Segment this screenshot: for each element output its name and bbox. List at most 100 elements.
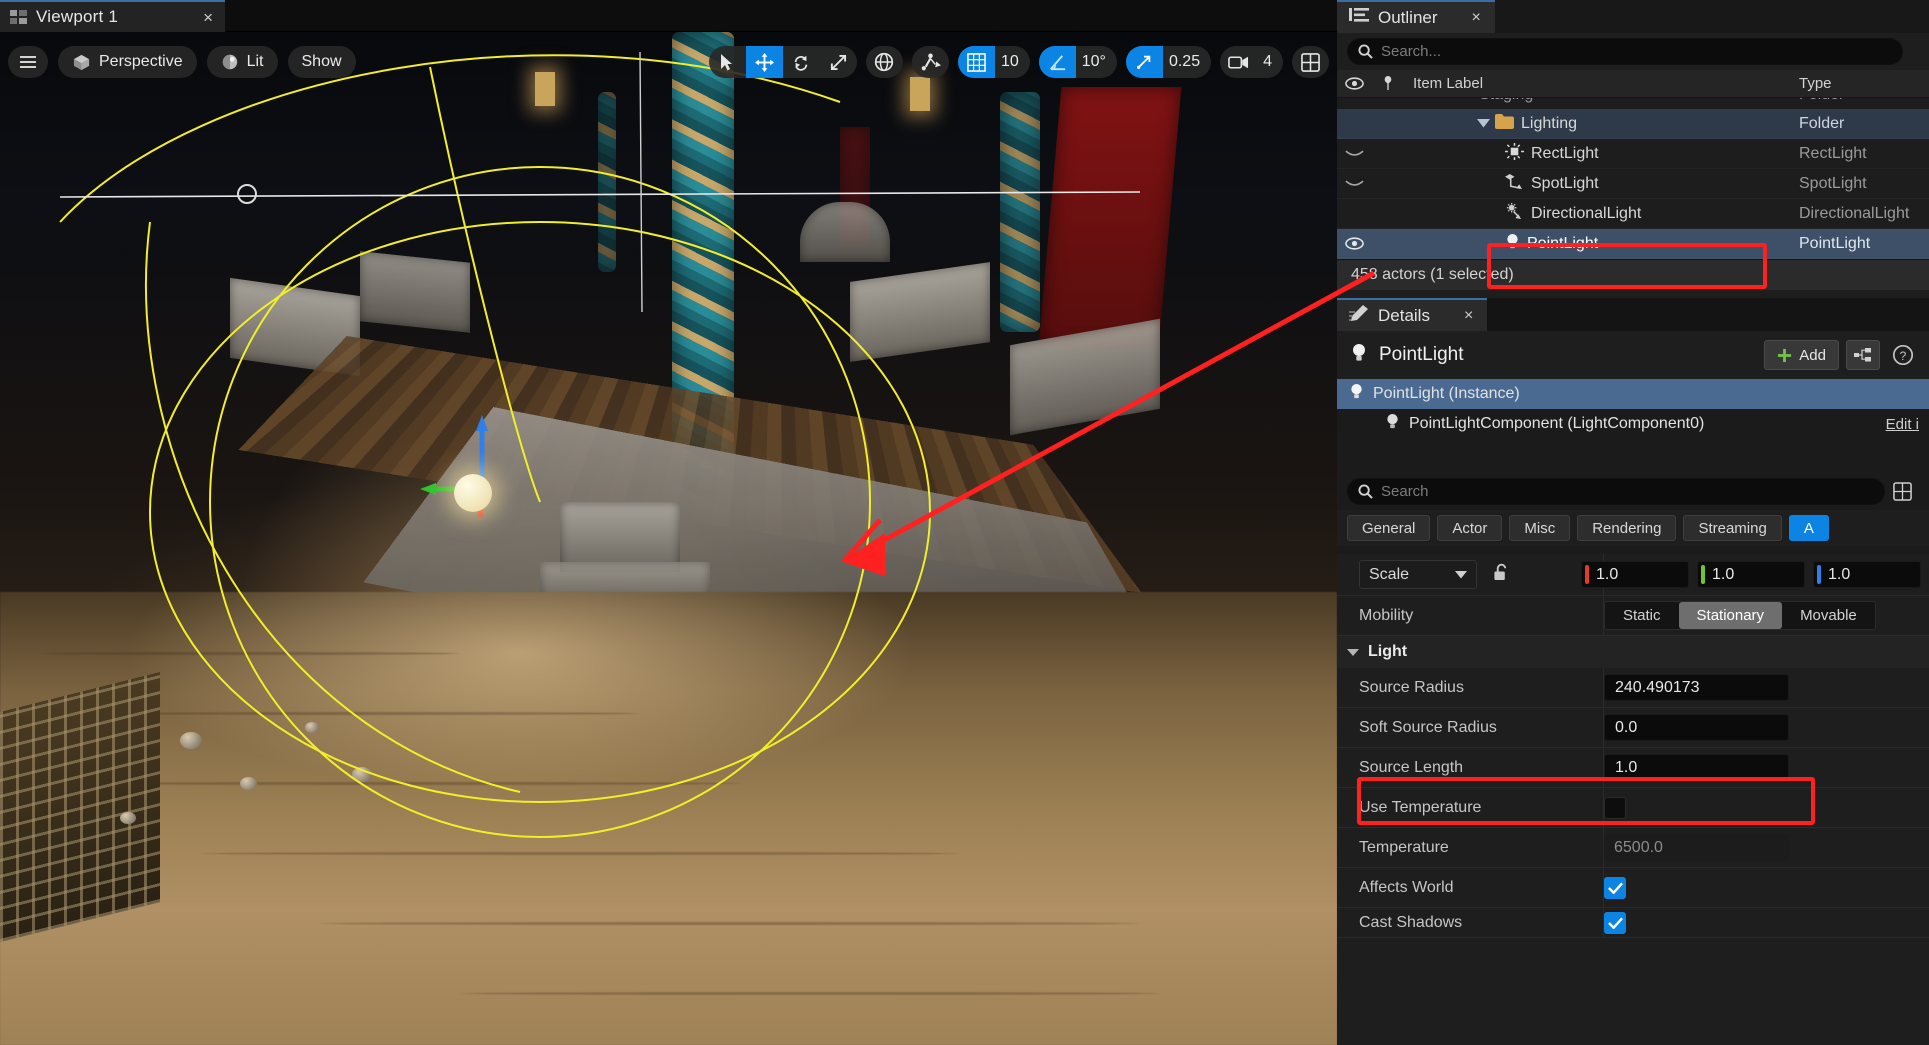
rotate-gizmo-icon[interactable] <box>783 46 820 78</box>
camera-speed-icon[interactable] <box>1220 46 1257 78</box>
scale-z-field[interactable]: 1.0 <box>1813 561 1921 588</box>
camera-speed-group: 4 <box>1220 46 1283 78</box>
outliner-search-placeholder: Search... <box>1381 43 1442 60</box>
view-mode-lit-button[interactable]: Lit <box>206 46 278 78</box>
mobility-stationary-option[interactable]: Stationary <box>1678 602 1783 629</box>
source-radius-label: Source Radius <box>1359 678 1464 696</box>
unlocked-padlock-icon[interactable] <box>1493 563 1510 587</box>
scale-gizmo-icon[interactable] <box>820 46 857 78</box>
scene-lantern-left <box>535 72 555 106</box>
add-component-button[interactable]: Add <box>1764 340 1839 370</box>
outliner-row-pointlight[interactable]: PointLight PointLight <box>1337 229 1929 259</box>
details-tab-close-icon[interactable]: × <box>1464 307 1473 325</box>
transform-mode-dropdown[interactable]: Scale <box>1359 560 1477 589</box>
scale-snap-value[interactable]: 0.25 <box>1163 46 1211 78</box>
outliner-tab[interactable]: Outliner × <box>1337 0 1495 33</box>
transform-gizmo[interactable] <box>420 415 550 562</box>
source-length-label: Source Length <box>1359 758 1464 776</box>
details-settings-icon[interactable] <box>1885 482 1919 501</box>
component-row-instance[interactable]: PointLight (Instance) <box>1337 379 1929 409</box>
outliner-row-label: DirectionalLight <box>1531 204 1642 222</box>
mobility-movable-option[interactable]: Movable <box>1782 602 1875 629</box>
outliner-search-input[interactable]: Search... <box>1347 38 1903 65</box>
viewport-tab-close-icon[interactable]: × <box>203 9 213 27</box>
component-row-lightcomponent[interactable]: PointLightComponent (LightComponent0) Ed… <box>1337 409 1929 439</box>
section-chevron-down-icon <box>1347 648 1359 656</box>
tab-all[interactable]: A <box>1788 515 1829 541</box>
temperature-label: Temperature <box>1359 838 1449 856</box>
outliner-icon <box>1349 7 1369 28</box>
surface-snapping-icon[interactable] <box>912 46 949 78</box>
use-temperature-row: Use Temperature <box>1337 788 1929 828</box>
component-hierarchy-icon[interactable] <box>1846 340 1880 370</box>
cast-shadows-checkbox[interactable] <box>1604 911 1626 934</box>
row-visibility-toggle-hidden-icon[interactable] <box>1337 148 1371 159</box>
outliner-row-type: SpotLight <box>1799 174 1867 192</box>
world-coordinate-icon[interactable] <box>866 46 903 78</box>
scene-banner-right <box>1038 87 1182 347</box>
details-tab[interactable]: Details × <box>1337 298 1488 331</box>
outliner-column-item-label[interactable]: Item Label <box>1405 75 1799 92</box>
viewport-layout-icon[interactable] <box>1292 46 1329 78</box>
expand-collapse-chevron-down-icon[interactable] <box>1477 115 1490 133</box>
viewport-render[interactable] <box>0 32 1337 1045</box>
scale-y-field[interactable]: 1.0 <box>1697 561 1805 588</box>
view-mode-perspective-button[interactable]: Perspective <box>58 46 197 78</box>
camera-speed-value[interactable]: 4 <box>1257 46 1283 78</box>
source-length-input[interactable]: 1.0 <box>1604 754 1789 781</box>
scale-x-field[interactable]: 1.0 <box>1581 561 1689 588</box>
temperature-input[interactable]: 6500.0 <box>1604 834 1789 861</box>
soft-source-radius-input[interactable]: 0.0 <box>1604 714 1789 741</box>
hamburger-icon[interactable] <box>8 46 48 78</box>
affects-world-label: Affects World <box>1359 878 1454 896</box>
light-section-title: Light <box>1368 643 1408 660</box>
scene-pillar-right <box>1000 92 1040 332</box>
details-search-row: Search <box>1337 473 1929 510</box>
scale-snap-group: 0.25 <box>1125 46 1212 78</box>
edit-in-blueprint-link[interactable]: Edit i <box>1886 416 1929 433</box>
outliner-column-type[interactable]: Type <box>1799 75 1929 92</box>
visibility-column-icon[interactable] <box>1337 77 1371 90</box>
details-search-input[interactable]: Search <box>1347 478 1885 505</box>
move-gizmo-icon[interactable] <box>745 46 783 78</box>
tab-rendering[interactable]: Rendering <box>1577 515 1677 541</box>
tab-actor[interactable]: Actor <box>1437 515 1503 541</box>
cursor-select-icon[interactable] <box>709 46 746 78</box>
scale-snap-icon[interactable] <box>1125 46 1163 78</box>
spot-light-icon <box>1505 173 1524 195</box>
viewport-tab-label: Viewport 1 <box>36 7 119 26</box>
grid-snap-value[interactable]: 10 <box>995 46 1030 78</box>
row-visibility-toggle-visible-icon[interactable] <box>1337 237 1371 250</box>
grid-snap-icon[interactable] <box>957 46 995 78</box>
pin-column-icon[interactable] <box>1371 76 1405 91</box>
tab-misc[interactable]: Misc <box>1509 515 1571 541</box>
outliner-tab-close-icon[interactable]: × <box>1472 9 1481 27</box>
angle-snap-icon[interactable] <box>1038 46 1076 78</box>
tab-general[interactable]: General <box>1347 515 1431 541</box>
mobility-label: Mobility <box>1359 606 1414 624</box>
use-temperature-checkbox[interactable] <box>1604 796 1626 819</box>
source-radius-input[interactable]: 240.490173 <box>1604 674 1789 701</box>
outliner-row-lighting[interactable]: Lighting Folder <box>1337 109 1929 139</box>
transform-tool-group <box>708 46 857 78</box>
outliner-row-spotlight[interactable]: SpotLight SpotLight <box>1337 169 1929 199</box>
light-section-header[interactable]: Light <box>1337 636 1929 668</box>
angle-snap-group: 10° <box>1038 46 1117 78</box>
mobility-static-option[interactable]: Static <box>1605 602 1679 629</box>
show-menu-button[interactable]: Show <box>287 46 356 78</box>
row-visibility-toggle-hidden-icon[interactable] <box>1337 178 1371 189</box>
scene-rock-2 <box>240 777 257 790</box>
source-length-row: Source Length 1.0 <box>1337 748 1929 788</box>
tab-streaming[interactable]: Streaming <box>1683 515 1782 541</box>
details-filter-tabs: General Actor Misc Rendering Streaming A <box>1337 510 1929 546</box>
affects-world-checkbox[interactable] <box>1604 876 1626 899</box>
help-circle-icon[interactable]: ? <box>1887 340 1919 370</box>
light-component-icon <box>1385 413 1400 435</box>
scene-block-2 <box>360 251 470 333</box>
viewport-tab[interactable]: Viewport 1 × <box>0 0 225 32</box>
outliner-row-rectlight[interactable]: RectLight RectLight <box>1337 139 1929 169</box>
outliner-row-directionallight[interactable]: DirectionalLight DirectionalLight <box>1337 199 1929 229</box>
angle-snap-value[interactable]: 10° <box>1076 46 1117 78</box>
viewport-tab-icon <box>10 10 27 24</box>
scene-rock-3 <box>305 722 319 733</box>
